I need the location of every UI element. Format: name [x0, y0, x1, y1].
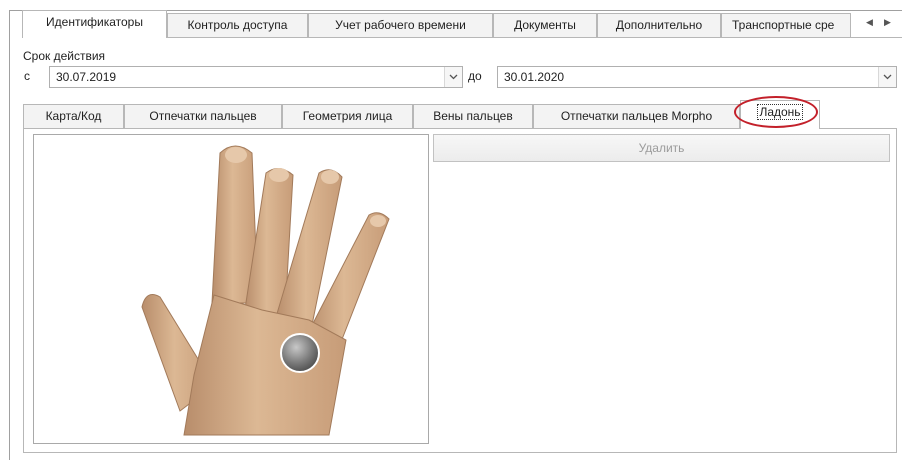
tab-face-geometry[interactable]: Геометрия лица: [282, 104, 413, 128]
scroll-right-icon[interactable]: ▶: [884, 17, 891, 27]
chevron-down-icon[interactable]: [878, 67, 896, 87]
date-from-combobox[interactable]: 30.07.2019: [49, 66, 463, 88]
tab-additional[interactable]: Дополнительно: [597, 13, 721, 37]
chevron-down-icon[interactable]: [444, 67, 462, 87]
hand-palm-illustration: [141, 145, 390, 436]
tab-fingerprints[interactable]: Отпечатки пальцев: [124, 104, 282, 128]
tab-time-tracking[interactable]: Учет рабочего времени: [308, 13, 493, 37]
tab-vehicles[interactable]: Транспортные сре: [721, 13, 851, 37]
tab-finger-veins[interactable]: Вены пальцев: [413, 104, 533, 128]
validity-label: Срок действия: [23, 49, 106, 63]
palm-image-frame: [33, 134, 429, 444]
date-to-value[interactable]: 30.01.2020: [504, 70, 564, 84]
scroll-left-icon[interactable]: ◀: [866, 17, 873, 27]
tab-palm-label: Ладонь: [757, 104, 803, 120]
delete-button[interactable]: Удалить: [433, 134, 890, 162]
tab-identifiers[interactable]: Идентификаторы: [22, 10, 167, 38]
date-from-value[interactable]: 30.07.2019: [56, 70, 116, 84]
tab-card-code[interactable]: Карта/Код: [23, 104, 124, 128]
tab-fingerprints-morpho[interactable]: Отпечатки пальцев Morpho: [533, 104, 740, 128]
date-to-combobox[interactable]: 30.01.2020: [497, 66, 897, 88]
to-label: до: [468, 69, 482, 83]
tab-palm[interactable]: Ладонь: [740, 100, 820, 129]
from-label: с: [24, 69, 30, 83]
tab-access-control[interactable]: Контроль доступа: [167, 13, 308, 37]
tab-documents[interactable]: Документы: [493, 13, 597, 37]
